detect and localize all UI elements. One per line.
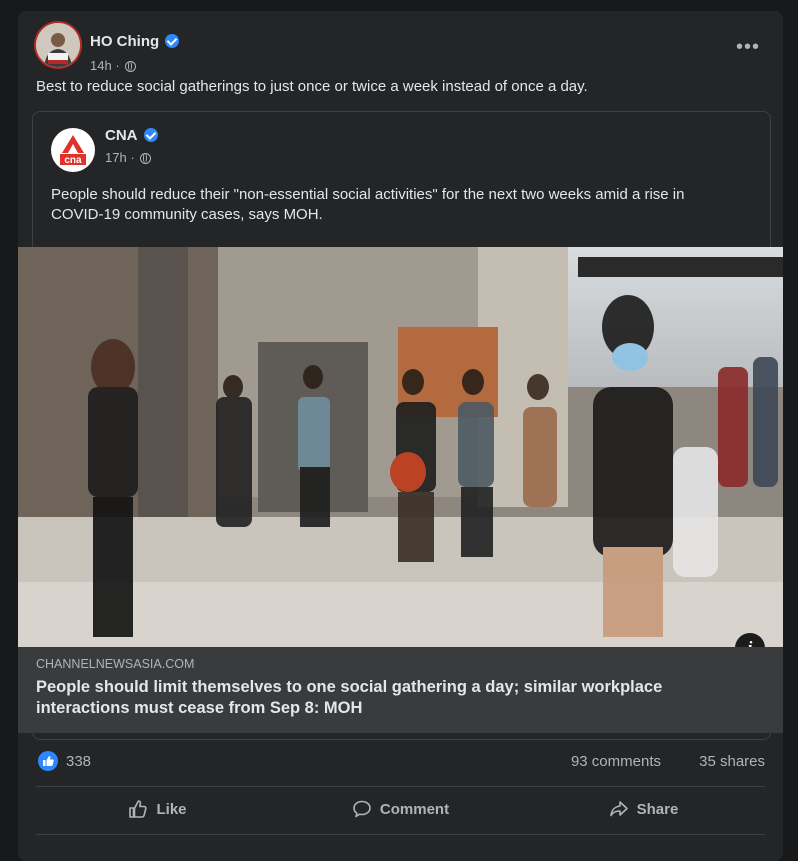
divider bbox=[36, 786, 765, 787]
globe-icon bbox=[140, 153, 152, 164]
comment-label: Comment bbox=[379, 800, 450, 818]
link-domain: CHANNELNEWSASIA.COM bbox=[36, 657, 195, 671]
like-label: Like bbox=[156, 800, 187, 818]
shared-author-text[interactable]: CNA bbox=[105, 127, 138, 144]
verified-badge-icon bbox=[143, 128, 158, 142]
more-options-icon[interactable]: ••• bbox=[736, 37, 760, 57]
share-label: Share bbox=[636, 800, 679, 818]
svg-text:cna: cna bbox=[64, 155, 82, 166]
shared-post-text: People should reduce their "non-essentia… bbox=[51, 186, 685, 223]
thumbs-up-icon bbox=[129, 800, 148, 818]
verified-badge-icon bbox=[165, 34, 180, 48]
link-preview-image[interactable]: i bbox=[18, 247, 783, 647]
comment-button[interactable]: Comment bbox=[279, 791, 522, 827]
reaction-stats: 338 93 comments 35 shares bbox=[36, 751, 765, 775]
link-caption[interactable]: CHANNELNEWSASIA.COM People should limit … bbox=[18, 647, 783, 733]
cna-logo[interactable]: cna bbox=[51, 128, 95, 172]
like-button[interactable]: Like bbox=[36, 791, 279, 827]
post-card: HO Ching 14h · ••• Best to reduce social… bbox=[18, 11, 783, 861]
post-time[interactable]: 14h bbox=[90, 58, 112, 73]
comment-count[interactable]: 93 comments bbox=[571, 753, 661, 770]
shared-post-time[interactable]: 17h bbox=[105, 150, 127, 165]
post-meta: 14h · bbox=[90, 58, 137, 73]
share-count[interactable]: 35 shares bbox=[699, 753, 765, 770]
post-header: HO Ching 14h · ••• bbox=[36, 23, 766, 73]
cna-logo-icon: cna bbox=[60, 135, 86, 166]
action-bar: Like Comment Share bbox=[36, 791, 765, 827]
shared-post-meta: 17h · bbox=[105, 150, 152, 165]
share-button[interactable]: Share bbox=[522, 791, 765, 827]
author-name-text[interactable]: HO Ching bbox=[90, 33, 159, 50]
author-name[interactable]: HO Ching bbox=[90, 33, 180, 50]
globe-icon bbox=[125, 61, 137, 72]
link-title[interactable]: People should limit themselves to one so… bbox=[36, 677, 756, 719]
author-avatar[interactable] bbox=[36, 23, 80, 67]
like-reaction-icon[interactable] bbox=[38, 751, 58, 771]
share-icon bbox=[609, 801, 628, 817]
like-count[interactable]: 338 bbox=[66, 753, 91, 770]
comment-icon bbox=[353, 800, 371, 818]
shared-author-name[interactable]: CNA bbox=[105, 127, 158, 144]
post-text: Best to reduce social gatherings to just… bbox=[36, 78, 588, 95]
divider bbox=[36, 834, 765, 835]
